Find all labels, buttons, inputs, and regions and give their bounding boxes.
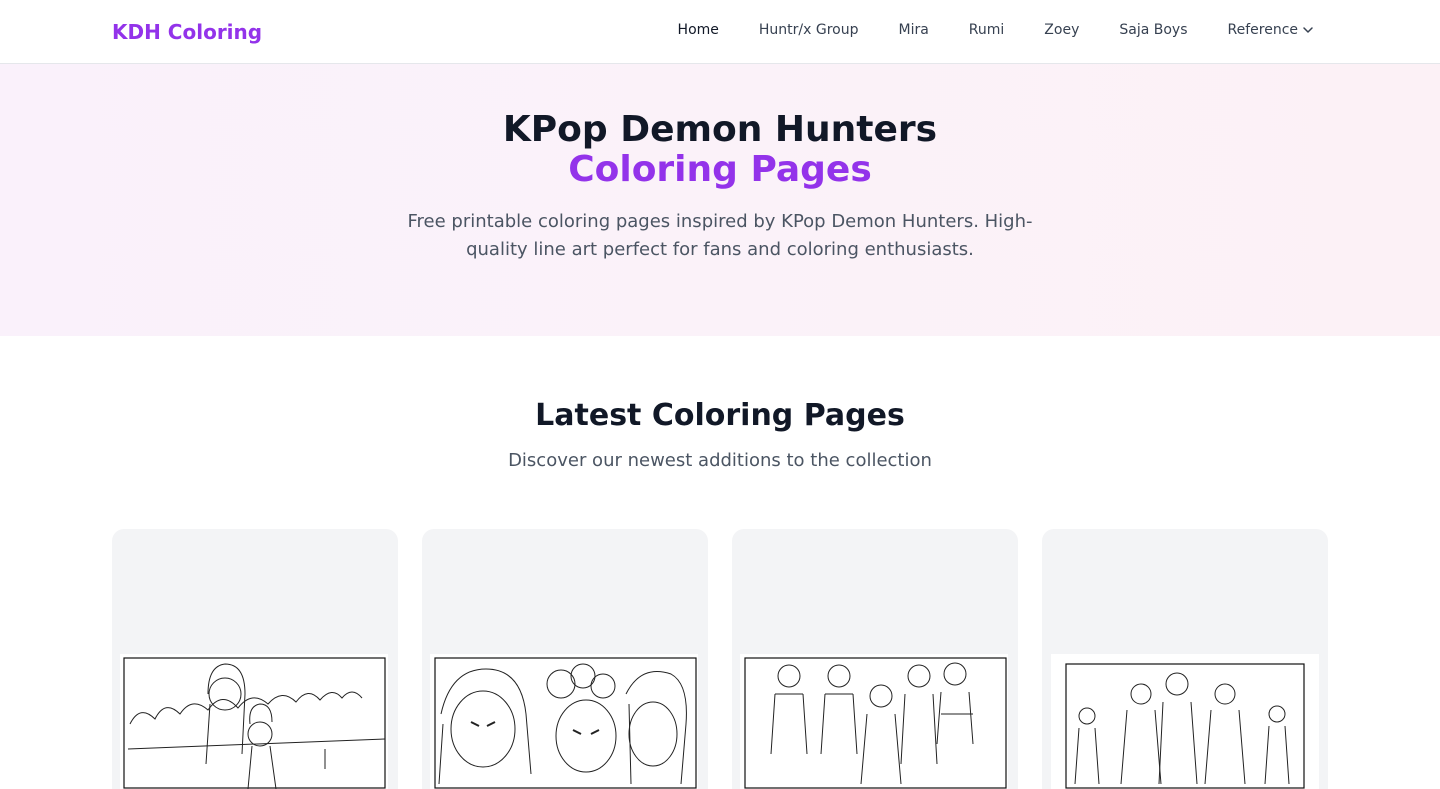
line-art-image xyxy=(123,657,386,789)
nav-rumi[interactable]: Rumi xyxy=(969,22,1005,38)
nav-mira[interactable]: Mira xyxy=(898,22,928,38)
line-art-image xyxy=(744,657,1007,789)
main-nav: Home Huntr/x Group Mira Rumi Zoey Saja B… xyxy=(678,22,1314,38)
coloring-thumbnail xyxy=(740,654,1008,789)
nav-home[interactable]: Home xyxy=(678,22,719,38)
site-header: KDH Coloring Home Huntr/x Group Mira Rum… xyxy=(0,0,1440,64)
nav-reference-label: Reference xyxy=(1227,22,1299,38)
coloring-card[interactable] xyxy=(112,529,398,789)
hero-section: KPop Demon Hunters Coloring Pages Free p… xyxy=(0,64,1440,336)
coloring-thumbnail xyxy=(430,654,698,789)
coloring-thumbnail xyxy=(1051,654,1319,789)
nav-saja-boys[interactable]: Saja Boys xyxy=(1119,22,1187,38)
nav-huntrx-group[interactable]: Huntr/x Group xyxy=(759,22,859,38)
latest-section: Latest Coloring Pages Discover our newes… xyxy=(0,336,1440,471)
latest-subtitle: Discover our newest additions to the col… xyxy=(508,450,932,471)
hero-title: KPop Demon Hunters Coloring Pages xyxy=(0,110,1440,190)
hero-subtitle: Free printable coloring pages inspired b… xyxy=(407,211,1033,260)
coloring-card[interactable] xyxy=(1042,529,1328,789)
hero-title-line2: Coloring Pages xyxy=(568,149,872,190)
nav-reference-dropdown[interactable]: Reference xyxy=(1228,22,1315,38)
hero-title-line1: KPop Demon Hunters xyxy=(502,109,938,150)
nav-zoey[interactable]: Zoey xyxy=(1044,22,1079,38)
coloring-thumbnail xyxy=(120,654,388,789)
latest-title: Latest Coloring Pages xyxy=(535,398,905,433)
coloring-card[interactable] xyxy=(732,529,1018,789)
brand-logo-link[interactable]: KDH Coloring xyxy=(112,20,262,44)
line-art-image xyxy=(434,657,697,789)
coloring-card[interactable] xyxy=(422,529,708,789)
coloring-grid xyxy=(112,529,1328,789)
line-art-image xyxy=(1065,663,1305,789)
chevron-down-icon xyxy=(1303,27,1313,33)
